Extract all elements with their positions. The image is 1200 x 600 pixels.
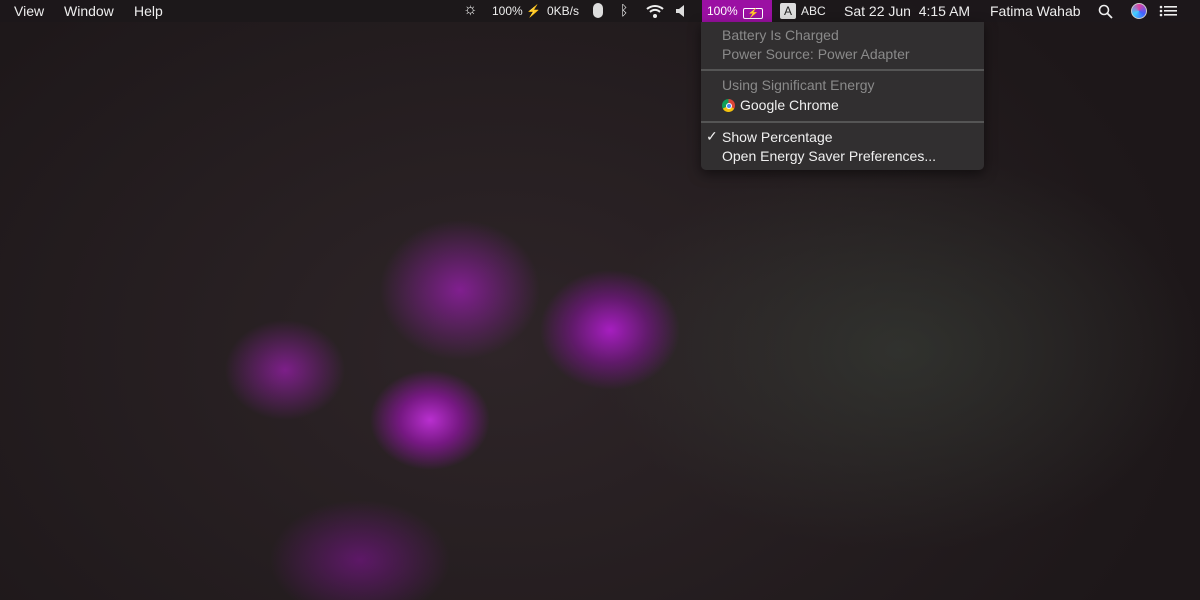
battery-status: Battery Is Charged <box>722 27 839 43</box>
volume-icon[interactable] <box>676 5 686 17</box>
user-name[interactable]: Fatima Wahab <box>990 3 1081 19</box>
clock[interactable]: Sat 22 Jun 4:15 AM <box>844 3 970 19</box>
separator <box>701 69 984 71</box>
input-source-icon[interactable]: A <box>780 3 796 19</box>
menu-bar: View Window Help ☼ 100% ⚡ 0KB/s ᛒ 100% ⚡… <box>0 0 1200 22</box>
checkmark-icon: ✓ <box>706 128 718 144</box>
battery-dropdown-menu: Battery Is Charged Power Source: Power A… <box>701 22 984 170</box>
notification-center-icon[interactable] <box>1159 5 1177 17</box>
separator <box>701 121 984 123</box>
siri-icon[interactable] <box>1131 3 1147 19</box>
energy-app-label: Google Chrome <box>740 97 839 113</box>
cpu-percent: 100% <box>492 4 523 18</box>
input-source[interactable]: ABC <box>801 4 826 18</box>
menu-help[interactable]: Help <box>134 3 163 19</box>
power-source: Power Source: Power Adapter <box>722 46 910 62</box>
bluetooth-icon[interactable]: ᛒ <box>620 2 628 18</box>
network-speed[interactable]: 0KB/s <box>547 4 579 18</box>
open-energy-saver-prefs-item[interactable]: Open Energy Saver Preferences... <box>722 148 936 164</box>
energy-header: Using Significant Energy <box>722 77 875 93</box>
show-percentage-item[interactable]: Show Percentage <box>722 129 833 145</box>
chrome-icon <box>722 99 735 112</box>
battery-menu-extra[interactable]: 100% ⚡ <box>702 0 772 22</box>
battery-charging-icon: ⚡ <box>743 8 764 19</box>
cpu-usage[interactable]: 100% ⚡ <box>492 4 541 18</box>
energy-app-google-chrome[interactable]: Google Chrome <box>722 97 839 113</box>
battery-percent: 100% <box>707 4 738 18</box>
menu-window[interactable]: Window <box>64 3 114 19</box>
menu-view[interactable]: View <box>14 3 44 19</box>
spotlight-search-icon[interactable] <box>1098 4 1113 19</box>
mouse-icon[interactable] <box>593 3 603 18</box>
bolt-icon: ⚡ <box>526 4 541 18</box>
brightness-icon[interactable]: ☼ <box>463 1 478 19</box>
wifi-icon[interactable] <box>645 3 665 18</box>
